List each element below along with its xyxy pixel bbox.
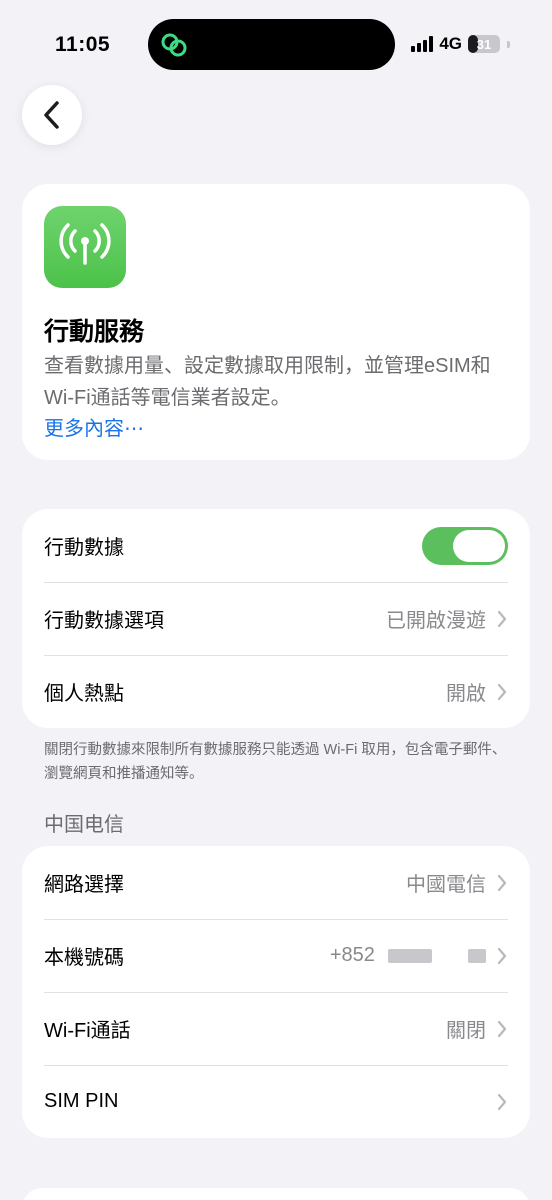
redacted-number: [468, 948, 486, 963]
row-cellular-data-options[interactable]: 行動數據選項 已開啟漫遊: [22, 582, 530, 655]
chevron-left-icon: [44, 101, 59, 129]
cellular-data-toggle[interactable]: [422, 526, 508, 565]
status-time: 11:05: [55, 33, 111, 56]
carrier-group: 網路選擇 中國電信 本機號碼 +852 Wi-Fi通話 關閉 SIM PIN: [22, 846, 530, 1138]
antenna-icon: [44, 206, 126, 288]
row-label: 行動數據: [44, 537, 124, 559]
network-type: 4G: [439, 34, 462, 53]
back-button[interactable]: [22, 85, 82, 145]
link-loop-icon: [161, 33, 187, 57]
battery-icon: 31: [468, 35, 500, 53]
row-wifi-calling[interactable]: Wi-Fi通話 關閉: [22, 992, 530, 1065]
row-value: +852: [330, 944, 486, 967]
row-label: 網路選擇: [44, 874, 124, 896]
row-label: SIM PIN: [44, 1090, 119, 1112]
row-value: 關閉: [446, 1020, 486, 1042]
status-bar: 11:05 4G 31: [0, 0, 552, 90]
row-network-selection[interactable]: 網路選擇 中國電信: [22, 846, 530, 919]
learn-more-link[interactable]: 更多內容⋯: [44, 412, 144, 441]
chevron-right-icon: [497, 610, 507, 627]
carrier-section-header: 中国电信: [44, 814, 124, 836]
phone-prefix: +852: [329, 944, 375, 966]
cellular-signal-icon: [411, 36, 434, 52]
chevron-right-icon: [497, 1020, 507, 1037]
redacted-number: [388, 948, 433, 963]
next-group-card: [22, 1188, 530, 1200]
cellular-info-card: 行動服務 查看數據用量、設定數據取用限制，並管理eSIM和Wi-Fi通話等電信業…: [22, 184, 530, 460]
row-label: 本機號碼: [44, 947, 124, 969]
row-personal-hotspot[interactable]: 個人熱點 開啟: [22, 655, 530, 728]
row-value: 開啟: [446, 683, 486, 705]
row-cellular-data[interactable]: 行動數據: [22, 509, 530, 582]
chevron-right-icon: [497, 874, 507, 891]
chevron-right-icon: [497, 1093, 507, 1110]
row-label: 行動數據選項: [44, 610, 164, 632]
battery-level: 31: [476, 36, 492, 52]
row-value: 已開啟漫遊: [386, 610, 486, 632]
row-label: Wi-Fi通話: [44, 1020, 131, 1042]
status-indicators: 4G 31: [411, 34, 510, 54]
cellular-data-note: 關閉行動數據來限制所有數據服務只能透過 Wi-Fi 取用，包含電子郵件、瀏覽網頁…: [44, 742, 507, 782]
row-my-number[interactable]: 本機號碼 +852: [22, 919, 530, 992]
row-sim-pin[interactable]: SIM PIN: [22, 1065, 530, 1138]
chevron-right-icon: [497, 683, 507, 700]
cellular-data-group: 行動數據 行動數據選項 已開啟漫遊 個人熱點 開啟: [22, 509, 530, 728]
row-label: 個人熱點: [44, 683, 124, 705]
chevron-right-icon: [497, 947, 507, 964]
row-value: 中國電信: [406, 874, 486, 896]
dynamic-island[interactable]: [148, 19, 395, 70]
info-description: 查看數據用量、設定數據取用限制，並管理eSIM和Wi-Fi通話等電信業者設定。: [44, 355, 491, 409]
info-title: 行動服務: [44, 318, 145, 346]
